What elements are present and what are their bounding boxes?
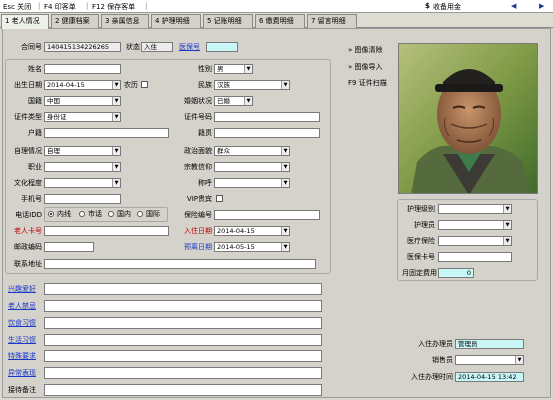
dropdown-arrow-icon: ▼ — [112, 147, 120, 155]
tab-health-record[interactable]: 2 健康档案 — [51, 14, 99, 28]
handled-time-field: 2014-04-15 13:42 — [455, 372, 524, 382]
dropdown-arrow-icon: ▼ — [503, 237, 511, 245]
mobile-field[interactable] — [44, 194, 121, 204]
taboos-field[interactable] — [44, 300, 322, 312]
dropdown-arrow-icon: ▼ — [281, 243, 289, 251]
contract-number-field: 140415134226265 — [44, 42, 121, 52]
dropdown-arrow-icon: ▼ — [281, 227, 289, 235]
image-clear-button[interactable]: » 图像清除 — [348, 45, 383, 55]
occupation-select[interactable]: ▼ — [44, 162, 121, 172]
radio-internal[interactable] — [48, 211, 54, 217]
toolbar: Esc 关闭 | F4 印客单 | F12 保存客单 | $ 收备用金 ◀ ▶ — [0, 0, 553, 13]
zip-code-field[interactable] — [44, 242, 94, 252]
radio-international[interactable] — [137, 211, 143, 217]
elder-card-field[interactable] — [44, 226, 169, 236]
special-requirements-field[interactable] — [44, 350, 322, 362]
insurance-number-field[interactable] — [206, 42, 238, 52]
diet-field[interactable] — [44, 317, 322, 329]
dropdown-arrow-icon: ▼ — [281, 147, 289, 155]
religion-select[interactable]: ▼ — [214, 162, 290, 172]
forward-arrow-icon[interactable]: ▶ — [539, 2, 544, 10]
dropdown-arrow-icon: ▼ — [112, 179, 120, 187]
radio-domestic[interactable] — [108, 211, 114, 217]
insurance-number-input[interactable] — [214, 210, 320, 220]
status-field: 入住 — [141, 42, 173, 52]
elder-photo — [398, 43, 538, 194]
checkin-date-picker[interactable]: 2014-04-15 ▼ — [214, 226, 290, 236]
radio-local[interactable] — [79, 211, 85, 217]
hobbies-link[interactable]: 兴趣爱好 — [8, 284, 36, 294]
tab-relatives[interactable]: 3 亲属信息 — [101, 14, 149, 28]
lunar-checkbox[interactable] — [141, 81, 148, 88]
dropdown-arrow-icon: ▼ — [281, 163, 289, 171]
dropdown-arrow-icon: ▼ — [503, 221, 511, 229]
education-select[interactable]: ▼ — [44, 178, 121, 188]
dropdown-arrow-icon: ▼ — [503, 205, 511, 213]
care-level-select[interactable]: ▼ — [438, 204, 512, 214]
tab-payment-details[interactable]: 6 缴费明细 — [255, 14, 305, 28]
nationality-select[interactable]: 中国 ▼ — [44, 96, 121, 106]
marital-status-select[interactable]: 已婚 ▼ — [214, 96, 253, 106]
dropdown-arrow-icon: ▼ — [281, 179, 289, 187]
political-status-select[interactable]: 群众 ▼ — [214, 146, 290, 156]
household-field[interactable] — [44, 128, 169, 138]
remarks-field[interactable] — [44, 384, 322, 396]
petty-cash-action[interactable]: 收备用金 — [433, 2, 461, 12]
caregiver-select[interactable]: ▼ — [438, 220, 512, 230]
tab-bar: 1 老人情况 2 健康档案 3 亲属信息 4 护理明细 5 记账明细 6 缴费明… — [0, 13, 553, 29]
close-action[interactable]: Esc 关闭 — [3, 2, 31, 12]
vip-checkbox[interactable] — [216, 195, 223, 202]
diet-link[interactable]: 饮食习惯 — [8, 318, 36, 328]
habits-field[interactable] — [44, 334, 322, 346]
tab-message-details[interactable]: 7 留言明细 — [307, 14, 357, 28]
taboos-link[interactable]: 老人禁忌 — [8, 301, 36, 311]
print-order-action[interactable]: F4 印客单 — [44, 2, 76, 12]
tab-account-details[interactable]: 5 记账明细 — [203, 14, 253, 28]
dropdown-arrow-icon: ▼ — [281, 81, 289, 89]
dropdown-arrow-icon: ▼ — [244, 97, 252, 105]
id-number-field[interactable] — [214, 112, 320, 122]
dropdown-arrow-icon: ▼ — [112, 163, 120, 171]
ethnicity-select[interactable]: 汉族 ▼ — [214, 80, 290, 90]
image-import-button[interactable]: » 图像导入 — [348, 62, 383, 72]
dropdown-arrow-icon: ▼ — [515, 356, 523, 364]
title-select[interactable]: ▼ — [214, 178, 290, 188]
phone-type-group: 内线 市话 国内 国际 — [44, 207, 168, 222]
abnormal-link[interactable]: 异常表现 — [8, 368, 36, 378]
dropdown-arrow-icon: ▼ — [112, 81, 120, 89]
dropdown-arrow-icon: ▼ — [244, 65, 252, 73]
dropdown-arrow-icon: ▼ — [112, 113, 120, 121]
back-arrow-icon[interactable]: ◀ — [511, 2, 516, 10]
dropdown-arrow-icon: ▼ — [112, 97, 120, 105]
hobbies-field[interactable] — [44, 283, 322, 295]
tab-elder-info[interactable]: 1 老人情况 — [1, 14, 49, 29]
id-scan-button[interactable]: F9 证件扫描 — [348, 78, 387, 88]
id-type-select[interactable]: 身份证 ▼ — [44, 112, 121, 122]
monthly-fee-field: 0 — [438, 268, 474, 278]
handler-field: 管理员 — [455, 339, 524, 349]
habits-link[interactable]: 生活习惯 — [8, 335, 36, 345]
tab-care-details[interactable]: 4 护理明细 — [151, 14, 201, 28]
self-care-select[interactable]: 自理 ▼ — [44, 146, 121, 156]
abnormal-field[interactable] — [44, 367, 322, 379]
birthdate-picker[interactable]: 2014-04-15 ▼ — [44, 80, 121, 90]
native-place-field[interactable] — [214, 128, 320, 138]
coin-icon: $ — [425, 2, 430, 10]
save-order-action[interactable]: F12 保存客单 — [92, 2, 135, 12]
medical-insurance-select[interactable]: ▼ — [438, 236, 512, 246]
leave-date-picker[interactable]: 2014-05-15 ▼ — [214, 242, 290, 252]
special-requirements-link[interactable]: 特殊要求 — [8, 351, 36, 361]
gender-select[interactable]: 男 ▼ — [214, 64, 253, 74]
salesperson-select[interactable]: ▼ — [455, 355, 524, 365]
insurance-number-link[interactable]: 医保号 — [179, 42, 200, 52]
address-field[interactable] — [44, 259, 316, 269]
medical-card-field[interactable] — [438, 252, 512, 262]
name-field[interactable] — [44, 64, 121, 74]
